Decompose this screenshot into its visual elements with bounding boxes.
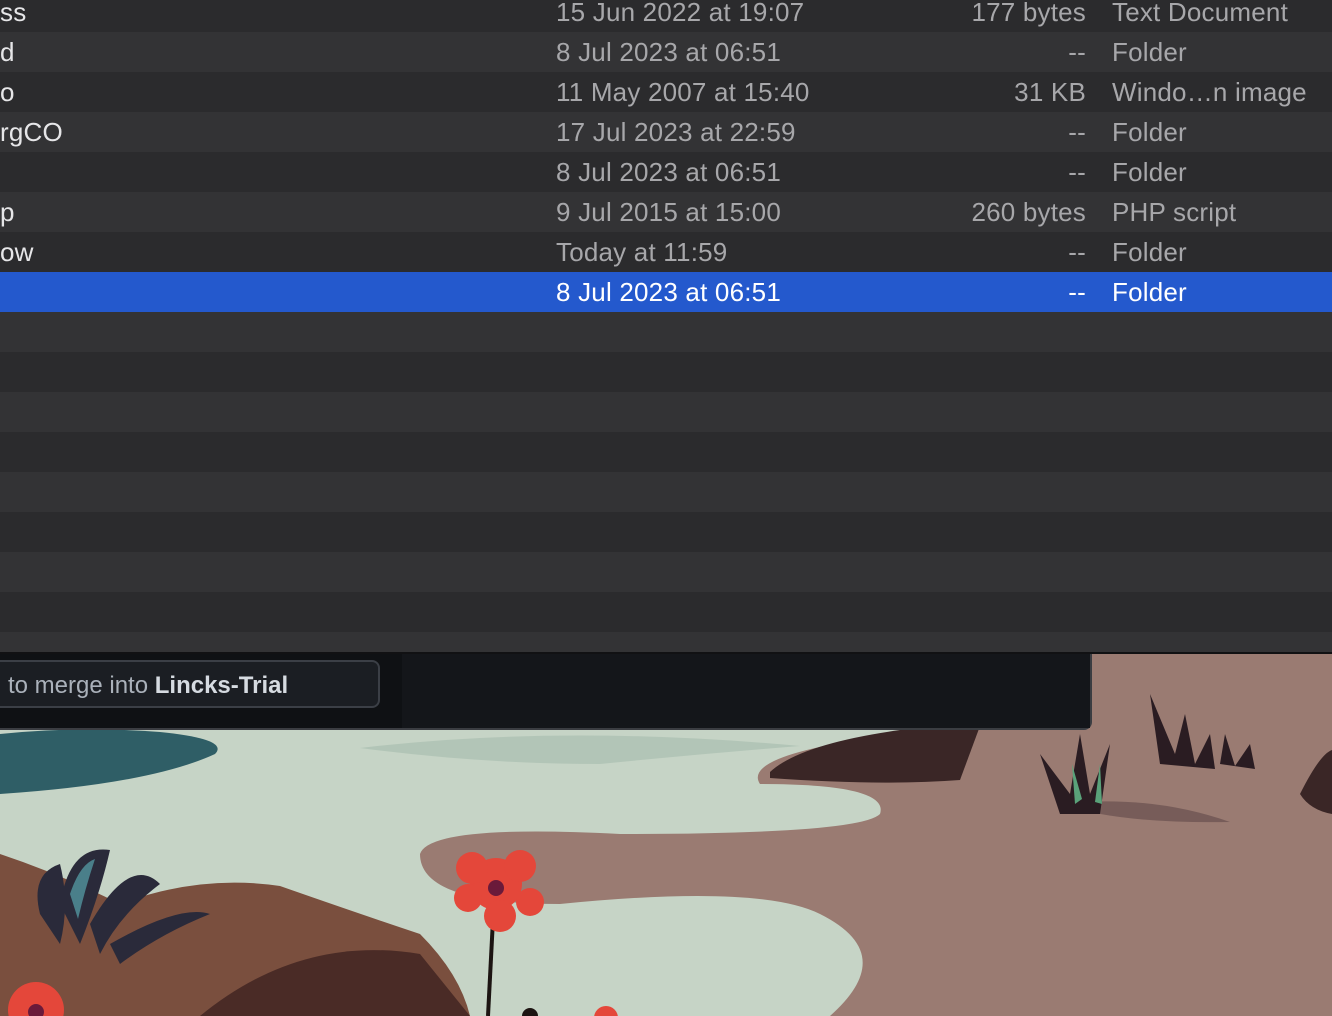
- file-name: rgCO: [0, 117, 63, 147]
- empty-row: [0, 512, 1332, 552]
- file-kind: Folder: [1112, 277, 1187, 307]
- list-row[interactable]: ss 15 Jun 2022 at 19:07 177 bytes Text D…: [0, 0, 1332, 32]
- file-size: 31 KB: [1014, 77, 1086, 107]
- merge-target-field[interactable]: to merge into Lincks-Trial: [0, 660, 380, 708]
- file-name: d: [0, 37, 15, 67]
- file-kind: Folder: [1112, 157, 1187, 187]
- file-size: 177 bytes: [971, 0, 1086, 27]
- panel-right-section: [402, 654, 1090, 728]
- file-size: --: [1068, 277, 1086, 307]
- list-row[interactable]: o 11 May 2007 at 15:40 31 KB Windo…n ima…: [0, 72, 1332, 112]
- finder-file-list: ss 15 Jun 2022 at 19:07 177 bytes Text D…: [0, 0, 1332, 652]
- file-name: ss: [0, 0, 27, 27]
- file-date: 17 Jul 2023 at 22:59: [556, 117, 796, 147]
- file-date: 8 Jul 2023 at 06:51: [556, 277, 781, 307]
- git-merge-panel: to merge into Lincks-Trial: [0, 654, 1092, 730]
- empty-row: [0, 352, 1332, 392]
- empty-row: [0, 632, 1332, 652]
- empty-row: [0, 392, 1332, 432]
- empty-row: [0, 432, 1332, 472]
- file-kind: Folder: [1112, 37, 1187, 67]
- file-date: 8 Jul 2023 at 06:51: [556, 37, 781, 67]
- file-size: 260 bytes: [971, 197, 1086, 227]
- merge-prefix-text: to merge into: [8, 672, 155, 699]
- file-size: --: [1068, 237, 1086, 267]
- file-kind: PHP script: [1112, 197, 1237, 227]
- list-row[interactable]: rgCO 17 Jul 2023 at 22:59 -- Folder: [0, 112, 1332, 152]
- file-size: --: [1068, 157, 1086, 187]
- list-row[interactable]: p 9 Jul 2015 at 15:00 260 bytes PHP scri…: [0, 192, 1332, 232]
- list-row[interactable]: 8 Jul 2023 at 06:51 -- Folder: [0, 152, 1332, 192]
- file-date: 8 Jul 2023 at 06:51: [556, 157, 781, 187]
- empty-row: [0, 552, 1332, 592]
- empty-row: [0, 472, 1332, 512]
- file-size: --: [1068, 37, 1086, 67]
- file-name: ow: [0, 237, 34, 267]
- file-kind: Folder: [1112, 117, 1187, 147]
- panel-left-section: to merge into Lincks-Trial: [0, 654, 402, 728]
- file-name: p: [0, 197, 15, 227]
- file-date: Today at 11:59: [556, 237, 728, 267]
- empty-row: [0, 312, 1332, 352]
- merge-branch-name: Lincks-Trial: [154, 672, 289, 699]
- list-row-selected[interactable]: 8 Jul 2023 at 06:51 -- Folder: [0, 272, 1332, 312]
- file-kind: Folder: [1112, 237, 1187, 267]
- list-row[interactable]: d 8 Jul 2023 at 06:51 -- Folder: [0, 32, 1332, 72]
- file-kind: Windo…n image: [1112, 77, 1307, 107]
- file-date: 9 Jul 2015 at 15:00: [556, 197, 781, 227]
- file-date: 11 May 2007 at 15:40: [556, 77, 810, 107]
- file-kind: Text Document: [1112, 0, 1289, 27]
- empty-row: [0, 592, 1332, 632]
- file-size: --: [1068, 117, 1086, 147]
- list-row[interactable]: ow Today at 11:59 -- Folder: [0, 232, 1332, 272]
- file-date: 15 Jun 2022 at 19:07: [556, 0, 805, 27]
- file-name: o: [0, 77, 15, 107]
